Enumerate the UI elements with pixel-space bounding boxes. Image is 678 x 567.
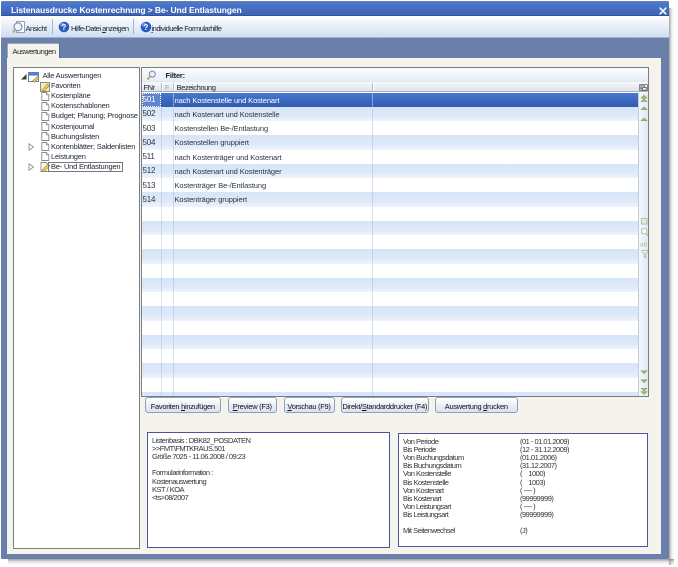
svg-text:ab: ab bbox=[640, 242, 648, 249]
svg-text:?: ? bbox=[143, 23, 148, 32]
svg-text:?: ? bbox=[62, 23, 67, 32]
